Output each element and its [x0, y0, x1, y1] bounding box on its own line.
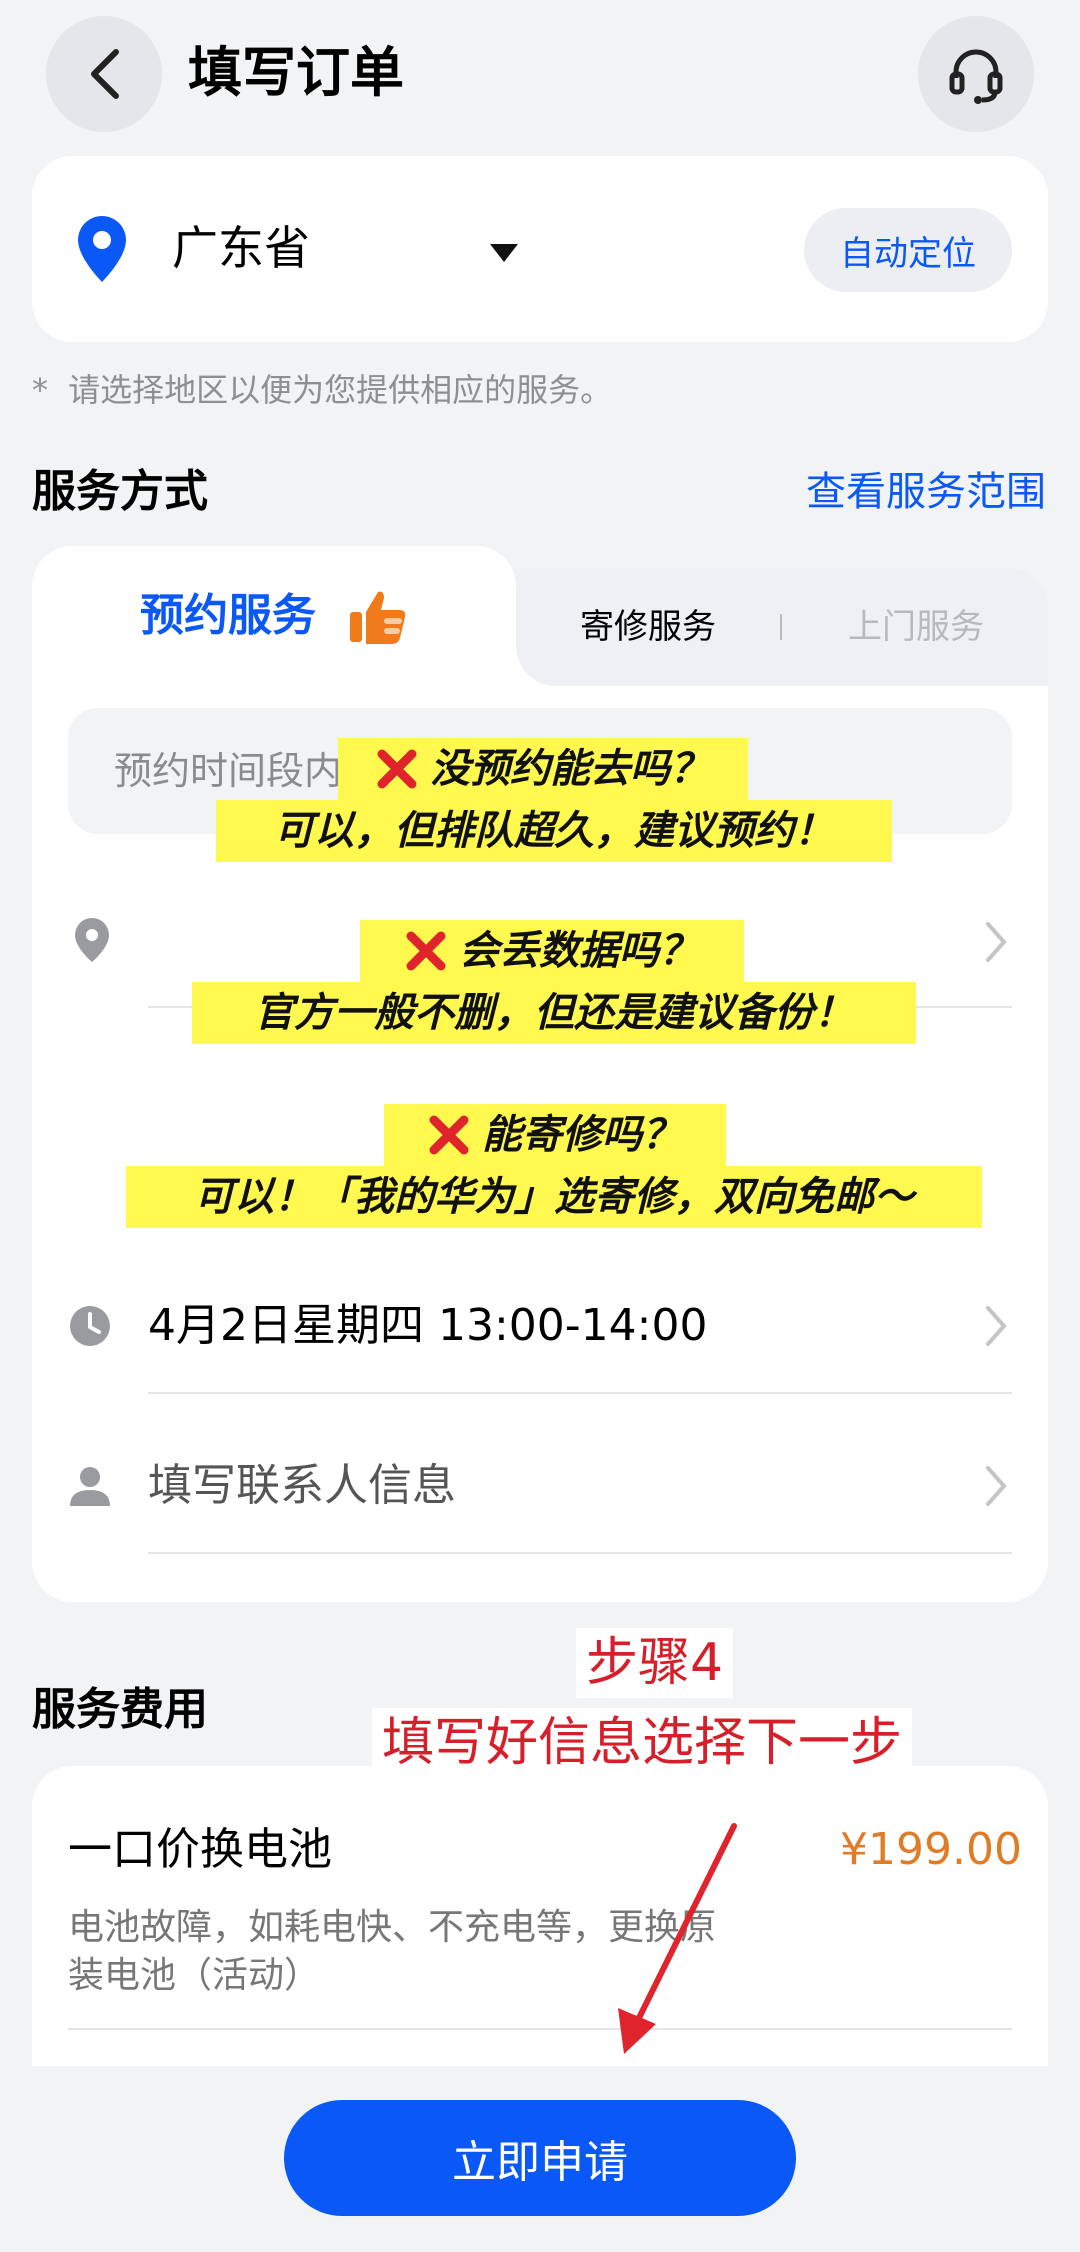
red-x-icon	[377, 749, 417, 789]
fee-item-price: ¥199.00	[840, 1824, 1022, 1875]
person-icon	[70, 1467, 110, 1506]
datetime-chevron-icon[interactable]	[980, 1302, 1012, 1350]
province-select[interactable]: 广东省	[172, 218, 310, 278]
page-title: 填写订单	[188, 41, 404, 104]
annotation-answer-2: 官方一般不删，但还是建议备份！	[192, 982, 916, 1044]
back-button[interactable]	[46, 16, 162, 132]
annotation-question-1-text: 没预约能去吗？	[430, 746, 710, 792]
time-slot-placeholder: 预约时间段内	[114, 749, 343, 793]
red-x-icon	[406, 931, 446, 971]
store-location-icon	[75, 918, 109, 962]
contact-info-field[interactable]: 填写联系人信息	[148, 1456, 456, 1516]
annotation-question-2-text: 会丢数据吗？	[459, 928, 699, 974]
divider	[68, 2028, 1012, 2030]
auto-locate-button[interactable]: 自动定位	[804, 208, 1012, 292]
location-pin-icon	[78, 216, 126, 282]
submit-button[interactable]: 立即申请	[284, 2100, 796, 2216]
dropdown-triangle-icon[interactable]	[488, 242, 520, 264]
customer-service-button[interactable]	[918, 16, 1034, 132]
service-mode-card: 预约服务 寄修服务 上门服务 预约时间段内 4月2日星期四 13:00-14:0	[32, 546, 1048, 1602]
annotation-question-3: 能寄修吗？	[384, 1104, 726, 1166]
contact-chevron-icon[interactable]	[980, 1462, 1012, 1510]
tab-mail-repair[interactable]: 寄修服务	[580, 602, 716, 652]
service-range-link[interactable]: 查看服务范围	[806, 462, 1046, 522]
annotation-question-3-text: 能寄修吗？	[482, 1112, 682, 1158]
location-card: 广东省 自动定位	[32, 156, 1048, 342]
service-mode-title: 服务方式	[32, 466, 208, 517]
tab-onsite[interactable]: 上门服务	[848, 602, 984, 652]
annotation-answer-1: 可以，但排队超久，建议预约！	[216, 800, 892, 862]
store-chevron-icon[interactable]	[980, 918, 1012, 966]
appointment-datetime[interactable]: 4月2日星期四 13:00-14:00	[148, 1296, 707, 1356]
fee-card: 一口价换电池 ¥199.00 电池故障，如耗电快、不充电等，更换原 装电池（活动…	[32, 1766, 1048, 2066]
clock-icon	[70, 1306, 110, 1346]
annotation-arrow	[618, 1823, 737, 2054]
annotation-answer-3: 可以！「我的华为」选寄修，双向免邮～	[126, 1166, 982, 1228]
tab-appointment-label: 预约服务	[140, 590, 316, 641]
back-arrow-icon	[91, 49, 119, 99]
service-fee-title: 服务费用	[32, 1684, 208, 1735]
divider	[148, 1552, 1012, 1554]
annotation-question-1: 没预约能去吗？	[338, 738, 748, 800]
red-x-icon	[429, 1115, 469, 1155]
region-hint-text: 请选择地区以便为您提供相应的服务。	[68, 371, 613, 409]
fee-item-desc-2: 装电池（活动）	[68, 1955, 321, 1996]
thumbs-up-icon	[350, 591, 406, 644]
step-label: 步骤4	[576, 1628, 734, 1698]
divider	[148, 1392, 1012, 1394]
headset-icon	[949, 49, 1003, 104]
region-hint: * 请选择地区以便为您提供相应的服务。	[32, 368, 612, 412]
annotation-question-2: 会丢数据吗？	[360, 920, 744, 982]
fee-item-name: 一口价换电池	[68, 1824, 332, 1875]
asterisk: *	[32, 371, 48, 409]
tab-separator	[780, 614, 782, 640]
tab-corner-cut	[516, 568, 560, 686]
tab-appointment[interactable]: 预约服务	[32, 546, 516, 686]
